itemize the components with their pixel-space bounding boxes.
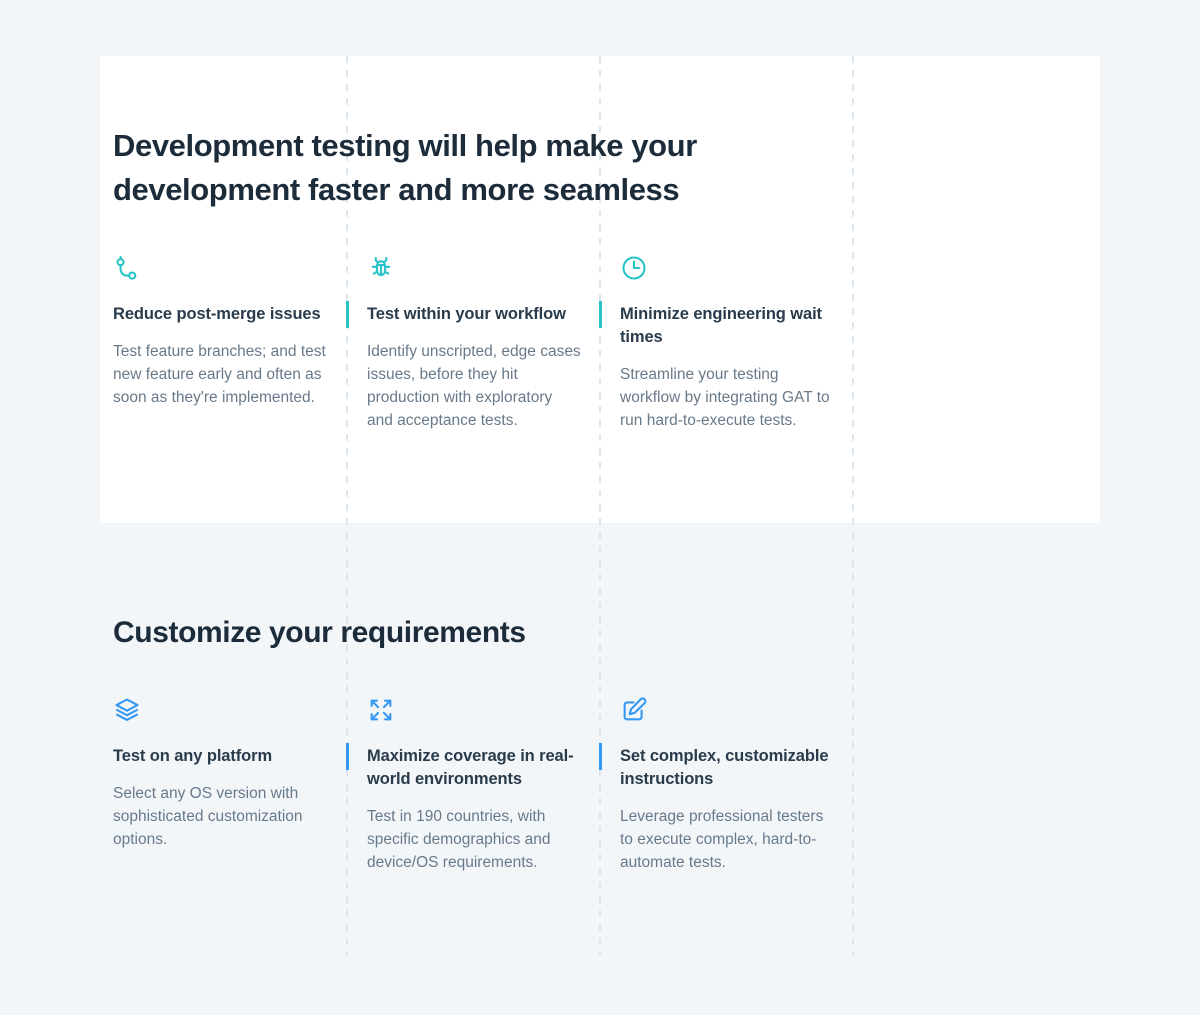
feature-title: Reduce post-merge issues — [113, 303, 327, 326]
feature-description: Streamline your testing workflow by inte… — [620, 363, 834, 432]
customize-section-heading: Customize your requirements — [113, 612, 813, 655]
bug-icon — [367, 254, 395, 282]
feature-column-any-platform: Test on any platform Select any OS versi… — [113, 696, 327, 851]
dev-section-heading: Development testing will help make your … — [113, 124, 793, 212]
feature-title: Set complex, customizable instructions — [620, 745, 834, 791]
clock-icon — [620, 254, 648, 282]
feature-column-maximize-coverage: Maximize coverage in real-world environm… — [367, 696, 581, 874]
feature-description: Select any OS version with sophisticated… — [113, 782, 327, 851]
title-accent-bar — [346, 301, 349, 328]
title-accent-bar — [599, 301, 602, 328]
edit-icon — [620, 696, 648, 724]
git-merge-icon — [113, 254, 141, 282]
feature-title: Minimize engineering wait times — [620, 303, 834, 349]
feature-title: Maximize coverage in real-world environm… — [367, 745, 581, 791]
layers-icon — [113, 696, 141, 724]
feature-column-test-workflow: Test within your workflow Identify unscr… — [367, 254, 581, 432]
feature-description: Test in 190 countries, with specific dem… — [367, 805, 581, 874]
feature-description: Identify unscripted, edge cases issues, … — [367, 340, 581, 432]
feature-description: Leverage professional testers to execute… — [620, 805, 834, 874]
feature-column-custom-instructions: Set complex, customizable instructions L… — [620, 696, 834, 874]
title-accent-bar — [599, 743, 602, 770]
feature-column-minimize-wait: Minimize engineering wait times Streamli… — [620, 254, 834, 432]
feature-description: Test feature branches; and test new feat… — [113, 340, 327, 409]
feature-title: Test on any platform — [113, 745, 327, 768]
title-accent-bar — [346, 743, 349, 770]
expand-arrows-icon — [367, 696, 395, 724]
feature-column-reduce-post-merge: Reduce post-merge issues Test feature br… — [113, 254, 327, 409]
column-separator-dashed-line — [852, 56, 854, 955]
feature-title: Test within your workflow — [367, 303, 581, 326]
